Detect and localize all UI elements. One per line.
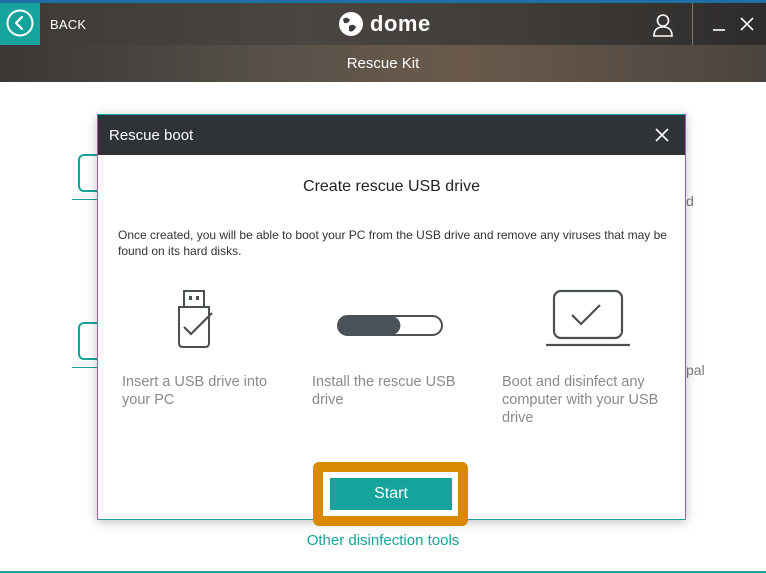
background-text-2: pal: [686, 362, 705, 378]
background-divider-1: [72, 199, 100, 200]
dialog-description: Once created, you will be able to boot y…: [118, 228, 667, 258]
page-title: Rescue Kit: [346, 55, 420, 72]
dialog-title: Rescue boot: [109, 127, 194, 144]
dialog-header: Rescue boot: [98, 115, 685, 155]
background-text-1: d: [686, 193, 694, 209]
dialog-close-icon[interactable]: [655, 128, 669, 142]
laptop-check-icon: [546, 289, 630, 347]
usb-drive-check-icon: [178, 290, 213, 348]
start-button[interactable]: Start: [330, 478, 452, 510]
dome-logo: dome: [338, 9, 431, 39]
progress-bar-icon: [337, 315, 443, 336]
rescue-boot-dialog: Rescue boot Create rescue USB drive Once…: [97, 114, 686, 520]
header-divider: [692, 3, 693, 45]
background-divider-2: [72, 367, 100, 368]
page-subtitle-bar: Rescue Kit: [0, 45, 766, 82]
title-bar: BACK dome: [0, 0, 766, 45]
step-2-label: Install the rescue USB drive: [312, 374, 456, 408]
back-arrow-icon: [6, 9, 34, 37]
back-label[interactable]: BACK: [50, 17, 86, 32]
dialog-heading: Create rescue USB drive: [303, 178, 480, 195]
back-button[interactable]: [0, 3, 40, 45]
step-1-label: Insert a USB drive into your PC: [122, 374, 268, 408]
minimize-icon[interactable]: [712, 15, 726, 33]
step-3-label: Boot and disinfect any computer with you…: [502, 374, 659, 426]
user-icon[interactable]: [652, 13, 674, 37]
close-window-icon[interactable]: [739, 16, 755, 32]
panda-logo-icon: [339, 12, 363, 36]
logo-text: dome: [370, 11, 431, 36]
other-disinfection-tools-link[interactable]: Other disinfection tools: [0, 532, 766, 549]
